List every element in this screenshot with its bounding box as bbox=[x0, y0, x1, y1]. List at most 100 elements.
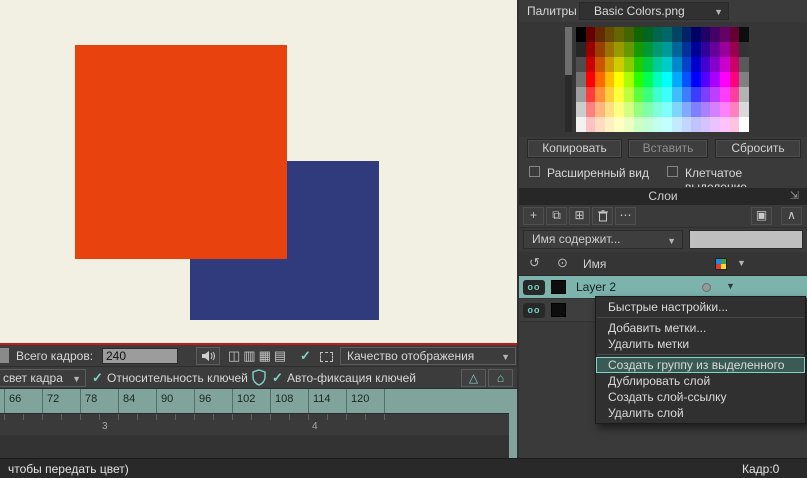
ruler-frame-label[interactable]: 114 bbox=[308, 389, 346, 413]
ruler-frame-label[interactable]: 78 bbox=[80, 389, 118, 413]
palette-swatch[interactable] bbox=[604, 42, 615, 57]
palette-swatch[interactable] bbox=[633, 42, 644, 57]
palette-swatch[interactable] bbox=[585, 72, 596, 87]
palette-swatch[interactable] bbox=[671, 117, 682, 132]
view-rows-icon[interactable]: ▥ bbox=[243, 347, 255, 365]
palette-swatch[interactable] bbox=[585, 57, 596, 72]
palette-swatch[interactable] bbox=[633, 117, 644, 132]
palette-swatch[interactable] bbox=[585, 42, 596, 57]
palette-swatch[interactable] bbox=[623, 87, 634, 102]
palette-swatch[interactable] bbox=[576, 57, 586, 72]
palette-swatch[interactable] bbox=[614, 57, 624, 72]
palette-swatch[interactable] bbox=[691, 27, 701, 42]
checkered-selection-checkbox[interactable] bbox=[667, 166, 678, 177]
palette-swatch[interactable] bbox=[633, 87, 644, 102]
palette-swatch[interactable] bbox=[719, 72, 730, 87]
context-menu-item[interactable]: Создать группу из выделенного bbox=[596, 357, 805, 373]
ruler-frame-label[interactable]: 90 bbox=[156, 389, 194, 413]
ruler-frame-label[interactable]: 66 bbox=[4, 389, 42, 413]
sound-toggle-button[interactable] bbox=[196, 347, 220, 365]
paste-button[interactable]: Вставить bbox=[628, 139, 708, 158]
palette-swatch[interactable] bbox=[643, 27, 653, 42]
view-lines-icon[interactable]: ▤ bbox=[274, 347, 286, 365]
collapse-button[interactable]: ∧ bbox=[781, 207, 802, 225]
palette-swatch[interactable] bbox=[729, 57, 740, 72]
palette-swatch[interactable] bbox=[604, 102, 615, 117]
palette-swatch[interactable] bbox=[671, 102, 682, 117]
palette-swatch[interactable] bbox=[700, 57, 711, 72]
palette-swatch[interactable] bbox=[662, 87, 672, 102]
palette-swatch[interactable] bbox=[691, 87, 701, 102]
palette-swatch[interactable] bbox=[691, 57, 701, 72]
layer-visibility-toggle[interactable]: oo bbox=[523, 303, 545, 318]
palette-swatch[interactable] bbox=[614, 27, 624, 42]
palette-swatch[interactable] bbox=[614, 102, 624, 117]
palette-swatch[interactable] bbox=[719, 42, 730, 57]
layer-visibility-toggle[interactable]: oo bbox=[523, 280, 545, 295]
palette-swatch[interactable] bbox=[700, 87, 711, 102]
extended-view-checkbox[interactable] bbox=[529, 166, 540, 177]
new-layer-button[interactable]: + bbox=[523, 207, 544, 225]
palette-swatch[interactable] bbox=[595, 42, 605, 57]
palette-swatch[interactable] bbox=[719, 27, 730, 42]
palette-swatch[interactable] bbox=[710, 72, 720, 87]
palette-swatch[interactable] bbox=[614, 117, 624, 132]
palette-swatch[interactable] bbox=[652, 117, 663, 132]
palette-swatch[interactable] bbox=[662, 72, 672, 87]
palette-swatch[interactable] bbox=[671, 87, 682, 102]
copy-button[interactable]: Копировать bbox=[527, 139, 622, 158]
palette-swatch[interactable] bbox=[719, 57, 730, 72]
context-menu-item[interactable]: Быстрые настройки... bbox=[596, 299, 805, 315]
palette-swatch[interactable] bbox=[671, 27, 682, 42]
palette-swatch[interactable] bbox=[614, 87, 624, 102]
palette-swatch[interactable] bbox=[681, 102, 692, 117]
timeline-ruler[interactable]: 66 72 78 84 90 96 102 108 114 120 bbox=[0, 389, 517, 413]
palette-swatch[interactable] bbox=[585, 117, 596, 132]
palette-swatch[interactable] bbox=[643, 87, 653, 102]
palette-swatch[interactable] bbox=[652, 27, 663, 42]
palette-swatch[interactable] bbox=[700, 117, 711, 132]
palette-swatch[interactable] bbox=[681, 87, 692, 102]
palette-swatch[interactable] bbox=[623, 27, 634, 42]
palette-swatch[interactable] bbox=[729, 117, 740, 132]
palette-swatch[interactable] bbox=[662, 27, 672, 42]
palette-swatch[interactable] bbox=[691, 117, 701, 132]
target-icon[interactable]: ⊙ bbox=[557, 255, 568, 271]
palette-swatch[interactable] bbox=[614, 72, 624, 87]
panel-view-button[interactable]: ▣ bbox=[751, 207, 772, 225]
palette-swatch[interactable] bbox=[623, 102, 634, 117]
palette-swatch[interactable] bbox=[681, 117, 692, 132]
ruler-frame-label[interactable]: 102 bbox=[232, 389, 270, 413]
palette-swatch[interactable] bbox=[643, 72, 653, 87]
palette-swatch[interactable] bbox=[576, 42, 586, 57]
palette-swatch[interactable] bbox=[729, 27, 740, 42]
ruler-frame-label[interactable]: 72 bbox=[42, 389, 80, 413]
palette-swatch[interactable] bbox=[595, 102, 605, 117]
reset-button[interactable]: Сбросить bbox=[715, 139, 801, 158]
palette-swatch[interactable] bbox=[623, 42, 634, 57]
palette-swatch[interactable] bbox=[729, 87, 740, 102]
palette-swatch[interactable] bbox=[729, 72, 740, 87]
popout-icon[interactable]: ⇲ bbox=[790, 188, 799, 205]
check-icon[interactable]: ✓ bbox=[300, 348, 311, 364]
palette-swatch[interactable] bbox=[604, 87, 615, 102]
palette-swatch[interactable] bbox=[604, 117, 615, 132]
palette-swatch[interactable] bbox=[700, 27, 711, 42]
duplicate-layer-button[interactable]: ⧉ bbox=[546, 207, 567, 225]
ruler-frame-label[interactable]: 84 bbox=[118, 389, 156, 413]
palette-swatch[interactable] bbox=[700, 72, 711, 87]
palette-swatch[interactable] bbox=[671, 42, 682, 57]
palette-swatch[interactable] bbox=[710, 87, 720, 102]
palette-swatch[interactable] bbox=[681, 57, 692, 72]
palette-swatch[interactable] bbox=[633, 27, 644, 42]
context-menu-item[interactable]: Дублировать слой bbox=[596, 373, 805, 389]
palette-swatch[interactable] bbox=[652, 102, 663, 117]
canvas-viewport[interactable] bbox=[0, 0, 517, 343]
palette-swatch[interactable] bbox=[719, 102, 730, 117]
palette-swatch[interactable] bbox=[739, 72, 749, 87]
filter-text-input[interactable] bbox=[689, 230, 803, 249]
palette-swatch[interactable] bbox=[652, 42, 663, 57]
ruler-frame-label[interactable]: 120 bbox=[346, 389, 384, 413]
total-frames-input[interactable] bbox=[102, 348, 178, 364]
palette-swatch[interactable] bbox=[710, 27, 720, 42]
